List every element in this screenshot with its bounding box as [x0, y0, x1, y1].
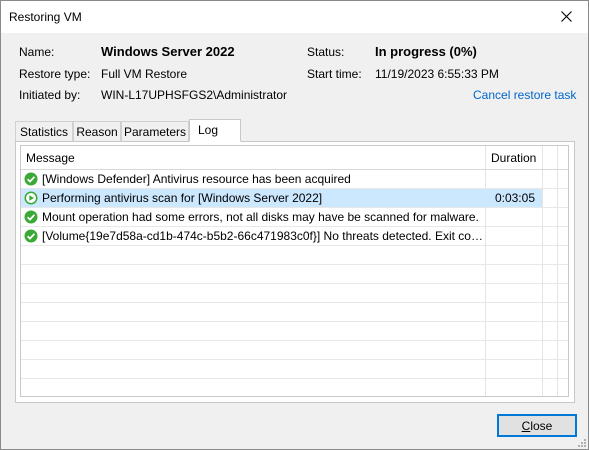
row-divider	[21, 340, 568, 341]
status-label: Status:	[307, 45, 345, 59]
log-row[interactable]: [Windows Defender] Antivirus resource ha…	[21, 170, 542, 188]
log-message: Mount operation had some errors, not all…	[42, 210, 479, 224]
restore-type-value: Full VM Restore	[101, 67, 188, 81]
start-time-value: 11/19/2023 6:55:33 PM	[375, 67, 499, 81]
close-button[interactable]: Close	[497, 414, 577, 437]
status-value: In progress (0%)	[375, 44, 477, 59]
log-grid[interactable]: Message Duration [Windows Defender] Anti…	[20, 145, 569, 397]
message-column-header[interactable]: Message	[26, 151, 75, 165]
cancel-restore-task-link[interactable]: Cancel restore task	[473, 88, 576, 102]
success-check-icon	[24, 229, 38, 243]
close-button-label: lose	[530, 419, 553, 433]
close-icon[interactable]	[544, 1, 588, 32]
tab-log[interactable]: Log	[189, 119, 241, 142]
log-duration: 0:03:05	[494, 191, 535, 205]
success-check-icon	[24, 172, 38, 186]
success-check-icon	[24, 210, 38, 224]
restoring-vm-dialog: Restoring VM Name: Windows Server 2022 R…	[0, 0, 589, 450]
name-value: Windows Server 2022	[101, 44, 235, 59]
log-row-selected[interactable]: Performing antivirus scan for [Windows S…	[21, 189, 542, 207]
resize-grip-icon[interactable]	[576, 437, 586, 447]
log-message: [Windows Defender] Antivirus resource ha…	[42, 172, 351, 186]
tab-parameters[interactable]: Parameters	[121, 121, 189, 141]
log-message: Performing antivirus scan for [Windows S…	[42, 191, 323, 205]
initiated-by-label: Initiated by:	[19, 88, 81, 102]
title-bar: Restoring VM	[1, 1, 588, 33]
start-time-label: Start time:	[307, 67, 362, 81]
row-divider	[21, 321, 568, 322]
row-divider	[21, 264, 568, 265]
tab-label: Parameters	[123, 125, 187, 139]
row-divider	[21, 302, 568, 303]
tab-reason[interactable]: Reason	[73, 121, 121, 141]
row-divider	[21, 359, 568, 360]
initiated-by-value: WIN-L17UPHSFGS2\Administrator	[101, 88, 288, 102]
log-tab-panel: Message Duration [Windows Defender] Anti…	[15, 141, 575, 403]
log-row[interactable]: [Volume{19e7d58a-cd1b-474c-b5b2-66c47198…	[21, 227, 542, 245]
duration-column-header[interactable]: Duration	[491, 151, 536, 165]
tab-label: Reason	[76, 125, 118, 139]
tab-statistics[interactable]: Statistics	[15, 121, 73, 141]
log-row[interactable]: Mount operation had some errors, not all…	[21, 208, 542, 226]
log-message: [Volume{19e7d58a-cd1b-474c-b5b2-66c47198…	[42, 229, 484, 243]
row-divider	[21, 283, 568, 284]
in-progress-play-icon	[24, 191, 38, 205]
window-title: Restoring VM	[9, 10, 82, 24]
row-divider	[21, 378, 568, 379]
tab-label: Statistics	[19, 125, 68, 139]
name-label: Name:	[19, 45, 55, 59]
row-divider	[21, 245, 568, 246]
restore-type-label: Restore type:	[19, 67, 91, 81]
tab-label: Log	[198, 123, 219, 137]
